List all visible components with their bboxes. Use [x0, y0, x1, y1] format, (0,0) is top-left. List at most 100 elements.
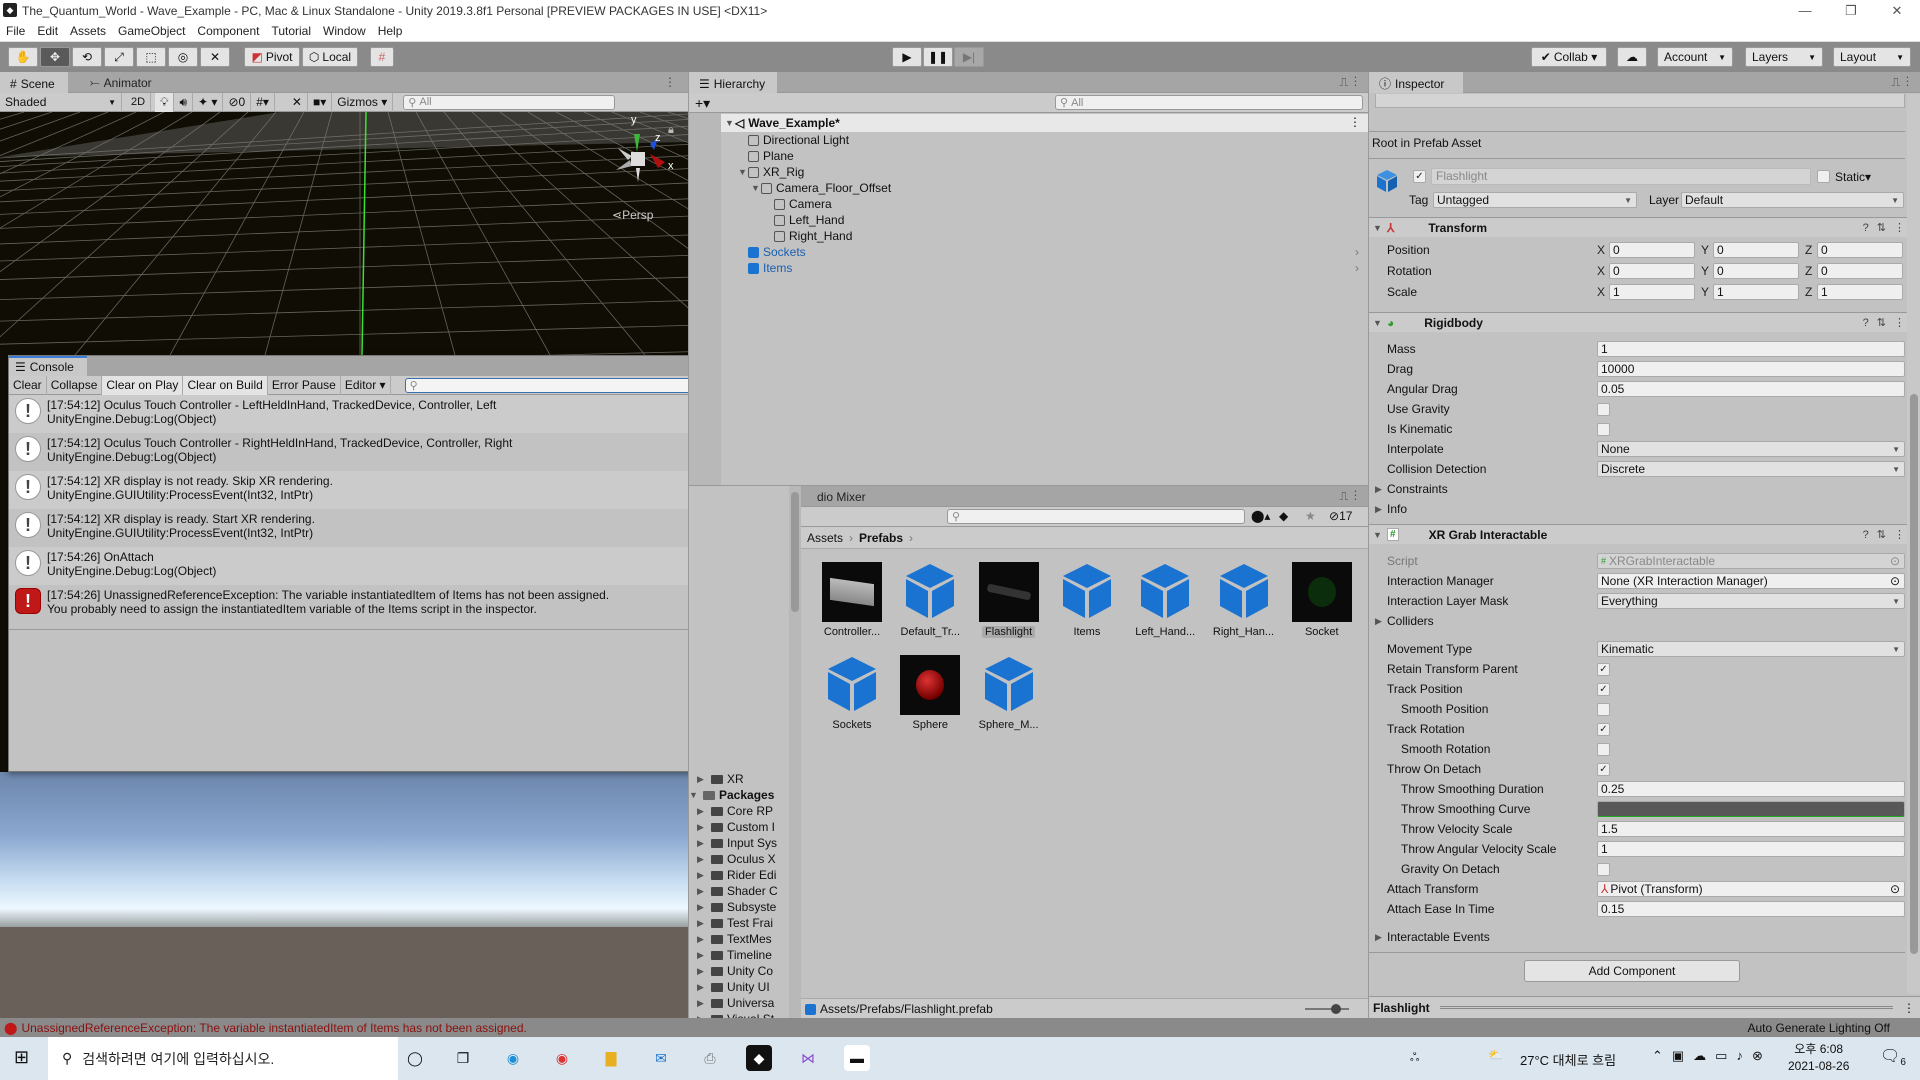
expand-arrow-icon[interactable]: ▶ [1375, 932, 1385, 943]
layout-dropdown[interactable]: Layout ▼ [1833, 47, 1911, 67]
ease-time-field[interactable]: 0.15 [1597, 901, 1905, 917]
effects-dropdown[interactable]: ✦ ▾ [193, 92, 224, 112]
asset-item[interactable]: Flashlight [971, 562, 1047, 638]
favorite-star-icon[interactable]: ★ [1305, 509, 1316, 523]
tab-hierarchy[interactable]: ☰ Hierarchy [689, 72, 777, 93]
tab-audio-mixer[interactable]: dio Mixer [807, 486, 876, 507]
clear-on-play-toggle[interactable]: Clear on Play [102, 375, 184, 395]
transform-header[interactable]: ▼ ⅄ Transform ?⇅⋮ [1369, 217, 1920, 237]
printer-icon[interactable]: ⎙ [697, 1045, 723, 1071]
expand-arrow-icon[interactable]: ▶ [697, 822, 707, 833]
people-icon[interactable]: ஃ [1410, 1050, 1419, 1066]
tab-scene[interactable]: # Scene [0, 72, 68, 93]
scrollbar-thumb[interactable] [791, 492, 799, 612]
static-dropdown[interactable]: Static▾ [1835, 170, 1871, 184]
layer-mask-dropdown[interactable]: Everything [1597, 593, 1905, 609]
throw-angular-field[interactable]: 1 [1597, 841, 1905, 857]
hierarchy-search-input[interactable]: ⚲ All [1055, 95, 1363, 110]
gizmos-dropdown[interactable]: Gizmos ▾ [332, 92, 394, 112]
transform-x-field[interactable]: 0 [1609, 263, 1695, 279]
rigidbody-header[interactable]: ▼ ◕ Rigidbody ?⇅⋮ [1369, 312, 1920, 332]
expand-arrow-icon[interactable]: ▼ [751, 183, 761, 193]
preview-menu-icon[interactable]: ⋮ [1903, 1001, 1915, 1015]
expand-arrow-icon[interactable]: ▶ [697, 966, 707, 977]
breadcrumb-assets[interactable]: Assets [807, 531, 843, 545]
file-explorer-icon[interactable]: ▇ [598, 1045, 624, 1071]
package-folder[interactable]: ▶ Core RP [697, 803, 789, 819]
package-folder[interactable]: ▶ Test Frai [697, 915, 789, 931]
tab-animator[interactable]: ⤚ Animator [80, 72, 162, 93]
package-folder[interactable]: ▶ Rider Edi [697, 867, 789, 883]
menu-tutorial[interactable]: Tutorial [271, 24, 311, 38]
tools-button[interactable]: ✕ [287, 92, 308, 112]
error-pause-toggle[interactable]: Error Pause [268, 375, 341, 395]
axis-x-label[interactable]: X [1597, 243, 1609, 257]
package-folder[interactable]: ▶ Unity Co [697, 963, 789, 979]
expand-arrow-icon[interactable]: ▶ [697, 886, 707, 897]
object-picker-icon[interactable]: ⊙ [1890, 882, 1900, 896]
expand-arrow-icon[interactable]: ▶ [697, 918, 707, 929]
snap-button[interactable]: # [370, 47, 394, 67]
throw-on-detach-checkbox[interactable]: ✓ [1597, 762, 1610, 776]
asset-item[interactable]: Socket [1284, 562, 1360, 638]
taskbar-search-input[interactable]: ⚲ 검색하려면 여기에 입력하십시오. [48, 1037, 398, 1080]
folder-packages[interactable]: ▼ Packages [689, 787, 789, 803]
open-prefab-chevron-icon[interactable]: › [1355, 260, 1359, 276]
2d-toggle[interactable]: 2D [126, 92, 152, 112]
smooth-position-checkbox[interactable] [1597, 702, 1610, 716]
throw-curve-field[interactable] [1597, 801, 1905, 817]
throw-velocity-field[interactable]: 1.5 [1597, 821, 1905, 837]
step-button[interactable]: ▶| [954, 47, 984, 67]
mail-icon[interactable]: ✉ [648, 1045, 674, 1071]
script-field[interactable]: # XRGrabInteractable ⊙ [1597, 553, 1905, 569]
clear-button[interactable]: Clear [9, 375, 47, 395]
filter-label-icon[interactable]: ◆ [1279, 509, 1288, 523]
expand-arrow-icon[interactable]: ▼ [689, 790, 699, 800]
hierarchy-item[interactable]: Left_Hand [764, 212, 844, 228]
windows-start-icon[interactable]: ⊞ [14, 1047, 29, 1068]
sky-viewport[interactable] [0, 772, 688, 1018]
hierarchy-item[interactable]: Plane [738, 148, 794, 164]
expand-arrow-icon[interactable]: ▶ [1375, 504, 1385, 515]
lock-menu-icons[interactable]: ⎍⋮ [1340, 75, 1363, 90]
package-folder[interactable]: ▶ Timeline [697, 947, 789, 963]
account-dropdown[interactable]: Account ▼ [1657, 47, 1733, 67]
notification-icon[interactable]: 🗨︎6 [1880, 1046, 1906, 1068]
hidden-objects-toggle[interactable]: ⊘ 0 [223, 92, 252, 112]
expand-arrow-icon[interactable]: ▶ [697, 774, 707, 785]
expand-arrow-icon[interactable]: ▶ [697, 998, 707, 1009]
scene-search-input[interactable]: ⚲ All [403, 94, 616, 110]
collab-dropdown[interactable]: ✔ Collab ▾ [1531, 47, 1607, 67]
asset-item[interactable]: Items [1049, 562, 1125, 638]
asset-item[interactable]: Left_Hand... [1127, 562, 1203, 638]
is-kinematic-checkbox[interactable] [1597, 422, 1610, 436]
component-controls[interactable]: ?⇅⋮ [1863, 528, 1913, 541]
edge-icon[interactable]: ◉ [500, 1045, 526, 1071]
expand-arrow-icon[interactable]: ▼ [1373, 530, 1383, 540]
hierarchy-item[interactable]: Sockets [738, 244, 806, 260]
maximize-button[interactable]: ❐ [1828, 0, 1874, 21]
smooth-rotation-checkbox[interactable] [1597, 742, 1610, 756]
system-tray-icons[interactable]: ⌃▣☁▭♪⊗ [1652, 1048, 1772, 1064]
prefab-cube-icon[interactable] [1375, 168, 1399, 192]
tab-inspector[interactable]: ⓘ Inspector [1369, 72, 1463, 93]
axis-z-label[interactable]: Z [1805, 243, 1817, 257]
track-position-checkbox[interactable]: ✓ [1597, 682, 1610, 696]
project-search-input[interactable]: ⚲ [947, 509, 1245, 524]
lighting-toggle[interactable]: 💡︎ [155, 92, 175, 112]
persp-label[interactable]: ⋖Persp [612, 208, 653, 222]
shading-mode-dropdown[interactable]: Shaded ▼ [0, 92, 122, 112]
expand-arrow-icon[interactable]: ▶ [697, 838, 707, 849]
expand-arrow-icon[interactable]: ▶ [697, 806, 707, 817]
camera-dropdown[interactable]: ■▾ [308, 92, 333, 112]
menu-gameobject[interactable]: GameObject [118, 24, 185, 38]
menu-component[interactable]: Component [197, 24, 259, 38]
play-button[interactable]: ▶ [892, 47, 922, 67]
object-name-field[interactable]: Flashlight [1431, 168, 1811, 185]
cloud-button[interactable]: ☁ [1617, 47, 1647, 67]
hand-tool-button[interactable]: ✋ [8, 47, 38, 67]
angular-drag-field[interactable]: 0.05 [1597, 381, 1905, 397]
static-checkbox[interactable] [1817, 170, 1830, 183]
hidden-packages-toggle[interactable]: ⊘17 [1329, 509, 1352, 523]
active-checkbox[interactable]: ✓ [1413, 170, 1426, 183]
